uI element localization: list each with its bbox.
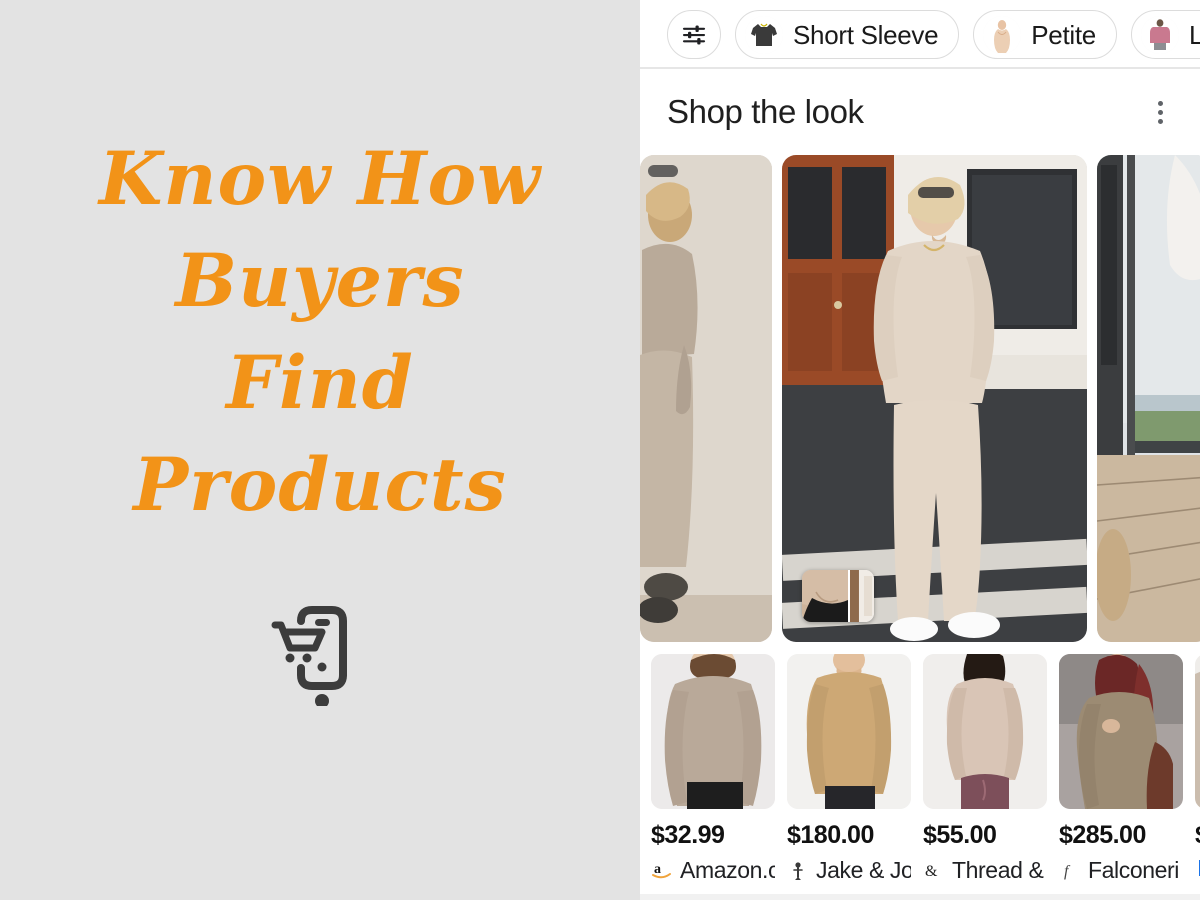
look-card-next[interactable] [1097,155,1200,642]
blue-merchant-icon [1195,857,1200,879]
filter-settings-button[interactable] [667,10,721,59]
chip-short-sleeve[interactable]: Short Sleeve [735,10,960,59]
look-carousel[interactable] [640,155,1200,645]
product-card[interactable]: $32.99 a Amazon.c [651,654,775,884]
petite-model-thumb [983,15,1022,54]
product-price: $285.00 [1059,821,1146,849]
product-card[interactable]: $55.00 & Thread & : [923,654,1047,884]
panel-bottom-divider [640,894,1200,900]
look-detail-thumbnail[interactable] [802,570,874,622]
overflow-menu-button[interactable] [1142,94,1178,130]
three-dot-vertical-icon [1157,100,1163,106]
product-photo [651,654,775,809]
look-card-main[interactable] [782,155,1087,642]
merchant-name: Thread & : [952,857,1047,883]
amazon-logo-icon: a [651,860,673,882]
mobile-shopping-cart-icon [271,606,347,706]
merchant-name: Amazon.c [680,857,775,883]
look-card-next-image [1097,155,1200,642]
short-sleeve-tee-thumb [745,15,783,54]
product-photo [787,654,911,809]
product-price: $180.00 [787,821,874,849]
product-price: $ [1195,821,1200,850]
product-results-strip[interactable]: $32.99 a Amazon.c $180.00 Jake & Jo $55.… [640,645,1200,900]
chip-long-sleeve-label: Long Sleeve [1188,19,1200,50]
shopping-app-panel: Short Sleeve Petite L Shop the look $32.… [640,0,1200,900]
product-photo [1059,654,1183,809]
promo-headline: Know How Buyers Find Products [0,128,640,536]
falconeri-icon: f [1059,860,1081,882]
merchant-name: Falconeri [1088,857,1179,883]
thread-supply-icon: & [923,860,945,882]
svg-text:&: & [925,863,938,880]
three-dot-vertical-icon [1157,109,1163,115]
section-title: Shop the look [667,93,864,130]
three-dot-vertical-icon [1157,118,1163,124]
product-merchant[interactable] [1195,857,1200,879]
long-sleeve-top-thumb [1140,15,1179,54]
chip-petite-label: Petite [1031,19,1096,50]
product-photo [923,654,1047,809]
headline-line-2: Buyers [175,238,465,324]
promo-panel: Know How Buyers Find Products [0,0,640,900]
chip-long-sleeve[interactable]: Long Sleeve [1130,10,1200,59]
product-merchant[interactable]: f Falconeri [1059,857,1183,884]
product-merchant[interactable]: Jake & Jo [787,857,911,884]
look-card-previous-image [640,155,772,642]
product-card[interactable]: $285.00 f Falconeri [1059,654,1183,884]
svg-text:f: f [1064,863,1071,880]
section-header: Shop the look [640,69,1200,155]
merchant-name: Jake & Jo [816,857,911,883]
headline-line-1: Know How [99,136,541,222]
jake-and-jones-icon [787,860,809,882]
promo-icon-container [0,588,640,706]
filter-chip-bar[interactable]: Short Sleeve Petite L [640,0,1200,69]
chip-short-sleeve-label: Short Sleeve [793,19,939,50]
product-price: $32.99 [651,821,725,849]
product-price: $55.00 [923,821,997,849]
screenshot-root: Know How Buyers Find Products Short Slee… [0,0,1200,900]
headline-line-4: Products [133,442,507,528]
look-card-main-image [782,155,1087,642]
product-merchant[interactable]: a Amazon.c [651,857,775,884]
headline-line-3: Find [226,340,414,426]
tune-sliders-icon [682,25,706,44]
product-photo [1195,654,1200,809]
look-card-previous[interactable] [640,155,772,642]
chip-petite[interactable]: Petite [973,10,1117,59]
product-card[interactable]: $ [1195,654,1200,884]
svg-text:a: a [654,862,661,877]
product-card[interactable]: $180.00 Jake & Jo [787,654,911,884]
product-merchant[interactable]: & Thread & : [923,857,1047,884]
